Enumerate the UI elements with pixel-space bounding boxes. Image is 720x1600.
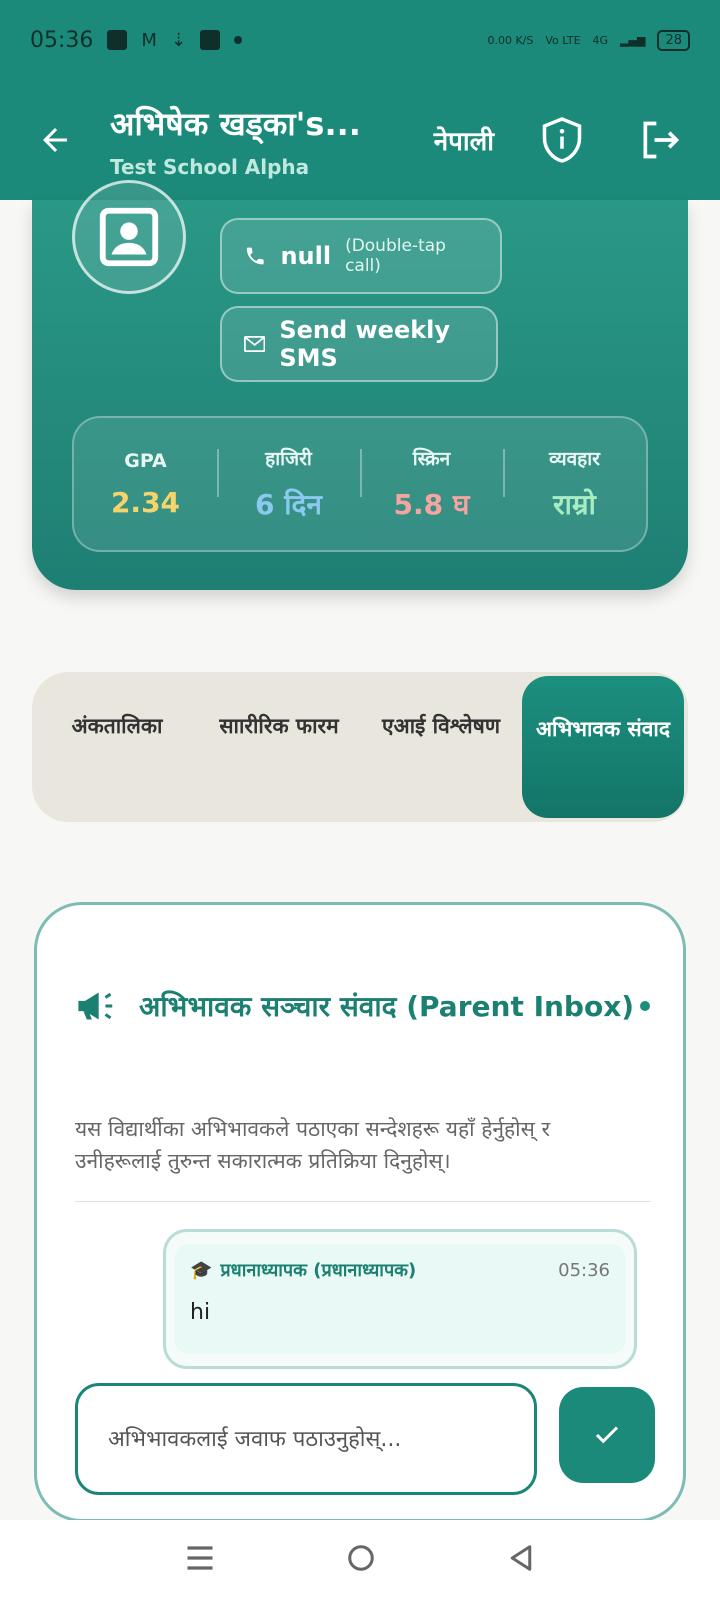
tab-physical-form[interactable]: साारीरिक फारम <box>198 676 360 818</box>
home-button[interactable] <box>346 1543 376 1577</box>
app-header: अभिषेक खड्का's... Test School Alpha नेपा… <box>0 80 720 200</box>
logout-button[interactable] <box>630 110 690 170</box>
call-button[interactable]: null (Double-tap call) <box>220 218 502 294</box>
volte-indicator: Vo LTE <box>545 33 581 47</box>
megaphone-icon <box>78 992 113 1020</box>
recents-button[interactable] <box>185 1544 215 1576</box>
divider <box>75 1201 651 1202</box>
language-toggle[interactable]: नेपाली <box>434 122 494 158</box>
network-indicator: 4G <box>592 33 609 47</box>
signal-icon: ▂▄▆ <box>620 33 646 47</box>
status-bar: 05:36 M ⇣ 0.00 K/S Vo LTE 4G ▂▄▆ 28 <box>0 0 720 80</box>
stat-label: व्यवहार <box>549 448 600 470</box>
status-time: 05:36 <box>30 27 94 53</box>
title-block: अभिषेक खड्का's... Test School Alpha <box>110 102 361 179</box>
student-profile-card: null (Double-tap call) Send weekly SMS G… <box>32 180 688 590</box>
inbox-title: अभिभावक सञ्चार संवाद (Parent Inbox) <box>139 990 635 1023</box>
mail-icon <box>244 336 266 352</box>
parent-inbox-card: अभिभावक सञ्चार संवाद (Parent Inbox) यस व… <box>34 902 686 1522</box>
battery-icon: 28 <box>657 29 690 51</box>
gmail-icon: M <box>141 29 157 51</box>
arrow-left-icon <box>43 128 67 152</box>
stat-gpa: GPA 2.34 <box>74 450 217 519</box>
back-button[interactable] <box>30 115 80 165</box>
message-content: 🎓 प्रधानाध्यापक (प्रधानाध्यापक) 05:36 hi <box>174 1244 626 1354</box>
logout-icon <box>643 121 680 159</box>
system-indicators: 0.00 K/S Vo LTE 4G ▂▄▆ 28 <box>487 29 690 51</box>
triangle-back-icon <box>510 1545 531 1571</box>
stat-value: 5.8 घ <box>393 488 470 521</box>
school-name: Test School Alpha <box>110 154 310 179</box>
notification-icons: M ⇣ <box>107 29 243 51</box>
message-header: 🎓 प्रधानाध्यापक (प्रधानाध्यापक) 05:36 <box>190 1258 610 1282</box>
send-sms-button[interactable]: Send weekly SMS <box>220 306 498 382</box>
tab-ai-analysis[interactable]: एआई विश्लेषण <box>360 676 522 818</box>
graduation-cap-icon: 🎓 <box>190 1259 213 1281</box>
avatar <box>72 180 186 294</box>
net-speed: 0.00 K/S <box>487 33 534 47</box>
system-nav-bar <box>0 1520 720 1600</box>
status-dot-icon <box>640 1001 651 1011</box>
tab-parent-communication[interactable]: अभिभावक संवाद <box>522 676 684 818</box>
stat-value: 2.34 <box>110 485 181 519</box>
section-tabs: अंकतालिका साारीरिक फारम एआई विश्लेषण अभि… <box>32 672 688 822</box>
stat-label: स्क्रिन <box>412 448 451 470</box>
call-hint: (Double-tap call) <box>345 236 446 276</box>
stat-attendance: हाजिरी 6 दिन <box>217 445 360 523</box>
stats-summary: GPA 2.34 हाजिरी 6 दिन स्क्रिन 5.8 घ व्यव… <box>72 416 648 552</box>
inbox-description: यस विद्यार्थीका अभिभावकले पठाएका सन्देशह… <box>75 1117 551 1173</box>
phone-icon <box>246 247 264 265</box>
stat-behavior: व्यवहार राम्रो <box>503 445 646 523</box>
image-icon <box>200 30 221 50</box>
message-sender: प्रधानाध्यापक (प्रधानाध्यापक) <box>220 1260 417 1281</box>
message-text: hi <box>190 1300 211 1325</box>
send-reply-button[interactable] <box>559 1387 655 1483</box>
check-icon <box>595 1426 619 1444</box>
inbox-title-row: अभिभावक सञ्चार संवाद (Parent Inbox) <box>75 987 651 1025</box>
phone-number: null <box>280 242 332 270</box>
stat-value: राम्रो <box>553 488 596 521</box>
privacy-button[interactable] <box>532 110 592 170</box>
app-notification-icon <box>107 30 128 50</box>
stat-value: 6 दिन <box>255 488 322 521</box>
menu-icon <box>187 1546 213 1570</box>
stat-screen-time: स्क्रिन 5.8 घ <box>360 445 503 523</box>
shield-info-icon <box>542 117 582 163</box>
more-dot-icon <box>234 36 243 44</box>
stat-label: हाजिरी <box>265 448 312 470</box>
circle-icon <box>348 1545 374 1571</box>
page-title: अभिषेक खड्का's... <box>110 104 361 143</box>
message-time: 05:36 <box>558 1259 610 1281</box>
message-bubble: 🎓 प्रधानाध्यापक (प्रधानाध्यापक) 05:36 hi <box>163 1229 637 1369</box>
reply-input[interactable] <box>75 1383 537 1495</box>
system-back-button[interactable] <box>507 1543 535 1577</box>
sms-label: Send weekly SMS <box>279 316 451 372</box>
contact-icon <box>99 207 159 267</box>
stat-label: GPA <box>124 449 167 472</box>
tab-marksheet[interactable]: अंकतालिका <box>36 676 198 818</box>
download-icon: ⇣ <box>170 29 187 51</box>
